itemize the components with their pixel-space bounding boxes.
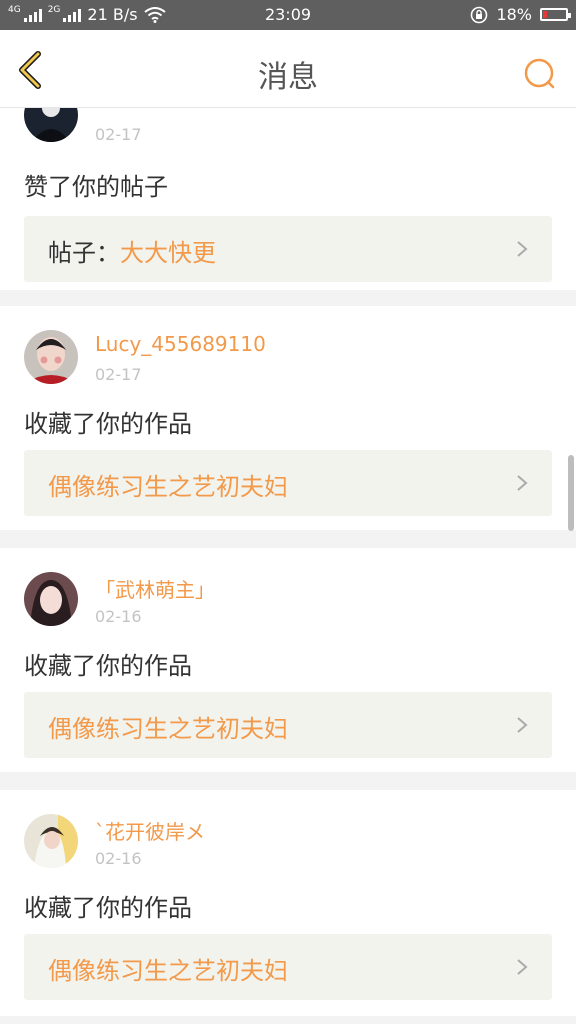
username[interactable]: 「武林萌主」 [95,574,215,603]
status-bar: 4G 2G 21 B/s 23:09 18% [0,0,576,30]
notification-item: 「武林萌主」 02-16 收藏了你的作品 偶像练习生之艺初夫妇 [0,548,576,772]
avatar[interactable] [24,572,78,626]
notification-item: Lucy_455689110 02-17 收藏了你的作品 偶像练习生之艺初夫妇 [0,306,576,530]
link-title: 偶像练习生之艺初夫妇 [48,957,288,985]
link-title: 偶像练习生之艺初夫妇 [48,473,288,501]
chevron-right-icon [517,717,528,733]
work-link[interactable]: 偶像练习生之艺初夫妇 [24,692,552,758]
timestamp: 02-17 [95,365,142,384]
avatar[interactable] [24,814,78,868]
username[interactable]: `花开彼岸メ [95,816,205,845]
post-link[interactable]: 帖子：大大快更 [24,216,552,282]
notification-list[interactable]: 02-17 赞了你的帖子 帖子：大大快更 Lucy_455689110 02-1… [0,108,576,1024]
battery-icon [540,8,571,21]
action-text: 赞了你的帖子 [24,173,168,201]
work-link[interactable]: 偶像练习生之艺初夫妇 [24,450,552,516]
timestamp: 02-17 [95,125,142,144]
battery-fill [543,11,547,18]
timestamp: 02-16 [95,607,142,626]
status-right: 18% [470,5,571,24]
link-text: 偶像练习生之艺初夫妇 [48,467,288,502]
link-text: 偶像练习生之艺初夫妇 [48,709,288,744]
rotation-lock-icon [471,6,488,23]
chevron-right-icon [517,959,528,975]
battery-percent: 18% [496,5,532,24]
work-link[interactable]: 偶像练习生之艺初夫妇 [24,934,552,1000]
app-header: 消息 [0,30,576,108]
link-prefix: 帖子： [48,239,120,267]
chevron-right-icon [517,241,528,257]
avatar[interactable] [24,330,78,384]
link-text: 偶像练习生之艺初夫妇 [48,951,288,986]
page-title: 消息 [258,60,318,95]
chevron-right-icon [517,475,528,491]
link-title: 大大快更 [120,239,216,267]
timestamp: 02-16 [95,849,142,868]
username[interactable]: Lucy_455689110 [95,332,266,356]
link-title: 偶像练习生之艺初夫妇 [48,715,288,743]
search-icon[interactable] [520,54,560,94]
action-text: 收藏了你的作品 [24,652,192,680]
action-text: 收藏了你的作品 [24,894,192,922]
avatar[interactable] [24,108,78,142]
link-text: 帖子：大大快更 [48,233,216,268]
action-text: 收藏了你的作品 [24,410,192,438]
scrollbar[interactable] [568,455,574,531]
notification-item: `花开彼岸メ 02-16 收藏了你的作品 偶像练习生之艺初夫妇 [0,790,576,1016]
notification-item: 02-17 赞了你的帖子 帖子：大大快更 [0,108,576,290]
